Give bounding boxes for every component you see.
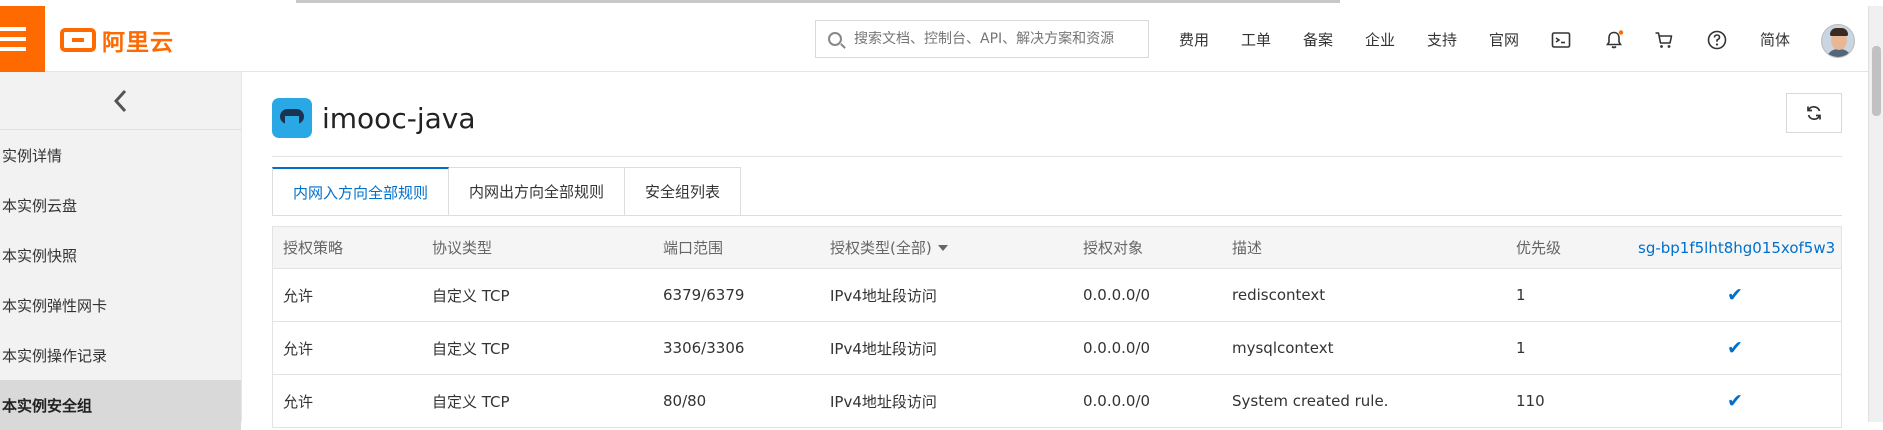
table-header: 授权策略 协议类型 端口范围 授权类型(全部) 授权对象 描述 优先级 sg-b… (273, 227, 1841, 269)
cell-priority: 1 (1516, 339, 1526, 357)
cell-auth-object: 0.0.0.0/0 (1083, 339, 1151, 357)
tab-inbound-rules[interactable]: 内网入方向全部规则 (272, 167, 450, 216)
cell-protocol: 自定义 TCP (432, 286, 510, 305)
page-title: imooc-java (322, 101, 476, 135)
col-protocol: 协议类型 (432, 239, 493, 257)
logo-text: 阿里云 (102, 30, 174, 56)
nav-enterprise[interactable]: 企业 (1365, 6, 1395, 72)
cell-port-range: 80/80 (663, 392, 707, 410)
table-row: 允许 自定义 TCP 6379/6379 IPv4地址段访问 0.0.0.0/0… (273, 269, 1841, 322)
bell-icon[interactable] (1604, 30, 1624, 50)
caret-down-icon[interactable] (937, 244, 948, 251)
refresh-button[interactable] (1786, 93, 1842, 133)
terminal-icon[interactable] (1551, 30, 1571, 50)
sidebar: 实例详情 本实例云盘 本实例快照 本实例弹性网卡 本实例操作记录 本实例安全组 (0, 72, 242, 430)
sidebar-item-operation-log[interactable]: 本实例操作记录 (0, 330, 241, 380)
cell-auth-type: IPv4地址段访问 (830, 392, 937, 411)
cell-description: mysqlcontext (1232, 339, 1334, 357)
cell-protocol: 自定义 TCP (432, 339, 510, 358)
cell-port-range: 3306/3306 (663, 339, 745, 357)
search-icon[interactable] (828, 32, 842, 46)
tab-underline (272, 215, 1842, 216)
instance-icon (272, 98, 312, 138)
cart-icon[interactable] (1654, 30, 1674, 50)
language-switch[interactable]: 简体 (1760, 6, 1790, 72)
sidebar-back[interactable] (0, 72, 241, 130)
check-icon: ✔ (1727, 337, 1743, 359)
check-icon: ✔ (1727, 390, 1743, 412)
chevron-left-icon[interactable] (111, 88, 131, 114)
col-auth-type-label: 授权类型(全部) (830, 239, 932, 257)
nav-tickets[interactable]: 工单 (1241, 6, 1271, 72)
logo-mark-icon (60, 28, 96, 52)
refresh-icon (1807, 106, 1821, 120)
help-icon[interactable] (1707, 30, 1727, 50)
check-icon: ✔ (1727, 284, 1743, 306)
cell-auth-object: 0.0.0.0/0 (1083, 392, 1151, 410)
avatar[interactable] (1821, 24, 1855, 58)
sidebar-item-eni[interactable]: 本实例弹性网卡 (0, 280, 241, 330)
tab-security-group-list[interactable]: 安全组列表 (625, 167, 742, 216)
cell-port-range: 6379/6379 (663, 286, 745, 304)
sidebar-item-instance-details[interactable]: 实例详情 (0, 130, 241, 180)
col-auth-type[interactable]: 授权类型(全部) (830, 227, 948, 268)
table-row: 允许 自定义 TCP 80/80 IPv4地址段访问 0.0.0.0/0 Sys… (273, 375, 1841, 428)
cell-protocol: 自定义 TCP (432, 392, 510, 411)
cell-priority: 110 (1516, 392, 1545, 410)
sidebar-item-snapshots[interactable]: 本实例快照 (0, 230, 241, 280)
top-navbar: 阿里云 费用 工单 备案 企业 支持 官网 简体 (0, 6, 1868, 72)
col-policy: 授权策略 (283, 239, 344, 257)
col-auth-object: 授权对象 (1083, 239, 1144, 257)
rules-table: 授权策略 协议类型 端口范围 授权类型(全部) 授权对象 描述 优先级 sg-b… (272, 226, 1842, 428)
col-description: 描述 (1232, 239, 1263, 257)
aliyun-logo[interactable]: 阿里云 (60, 26, 174, 56)
cell-description: System created rule. (1232, 392, 1389, 410)
tab-outbound-rules[interactable]: 内网出方向全部规则 (449, 167, 626, 216)
search-box[interactable] (815, 20, 1149, 58)
cell-policy: 允许 (283, 339, 314, 358)
page-scrollbar[interactable] (1868, 6, 1883, 422)
col-priority: 优先级 (1516, 239, 1562, 257)
nav-support[interactable]: 支持 (1427, 6, 1457, 72)
sidebar-item-disks[interactable]: 本实例云盘 (0, 180, 241, 230)
cell-policy: 允许 (283, 286, 314, 305)
page-header: imooc-java (272, 98, 475, 138)
table-row: 允许 自定义 TCP 3306/3306 IPv4地址段访问 0.0.0.0/0… (273, 322, 1841, 375)
nav-filing[interactable]: 备案 (1303, 6, 1333, 72)
cell-auth-type: IPv4地址段访问 (830, 339, 937, 358)
scrollbar-thumb[interactable] (1872, 46, 1881, 116)
cell-priority: 1 (1516, 286, 1526, 304)
sidebar-item-security-group[interactable]: 本实例安全组 (0, 380, 241, 430)
cell-policy: 允许 (283, 392, 314, 411)
divider (272, 156, 1842, 157)
cell-auth-type: IPv4地址段访问 (830, 286, 937, 305)
search-input[interactable] (854, 31, 1144, 47)
nav-official-site[interactable]: 官网 (1489, 6, 1519, 72)
cell-description: rediscontext (1232, 286, 1326, 304)
scroll-strip (296, 0, 1340, 3)
col-port-range: 端口范围 (663, 239, 724, 257)
nav-fees[interactable]: 费用 (1179, 6, 1209, 72)
cell-auth-object: 0.0.0.0/0 (1083, 286, 1151, 304)
menu-icon[interactable] (0, 6, 45, 72)
tab-bar: 内网入方向全部规则 内网出方向全部规则 安全组列表 (272, 167, 742, 216)
col-security-group-link[interactable]: sg-bp1f5lht8hg015xof5w3 (1638, 227, 1835, 268)
